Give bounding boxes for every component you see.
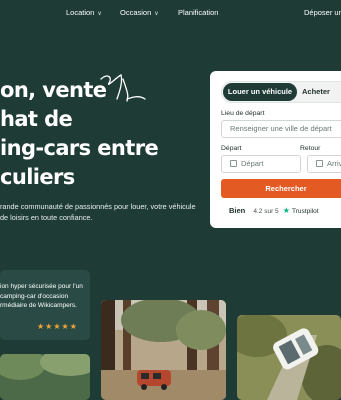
nav-location-label: Location (66, 8, 95, 17)
nav-planification[interactable]: Planification (178, 8, 218, 17)
search-tabs: Louer un véhicule Acheter (221, 81, 341, 103)
nav-deposer-label: Déposer une (304, 8, 341, 17)
photo-aerial-car (237, 315, 341, 400)
headline-line-1: on, vente (0, 78, 107, 102)
nav-occasion[interactable]: Occasion ∨ (120, 8, 159, 17)
lieu-placeholder: Renseigner une ville de départ (230, 124, 332, 133)
rating-score: 4.2 sur 5 (253, 208, 279, 215)
hero-subtext: rande communauté de passionnés pour loue… (0, 202, 196, 222)
headline-line-2: hat de (0, 107, 73, 131)
forest-van-image (101, 300, 226, 400)
nav-deposer[interactable]: Déposer une (304, 8, 341, 17)
info-card: ion hyper sécurisée pour l'un camping-ca… (0, 270, 90, 340)
retour-placeholder: Arrivé (327, 159, 341, 168)
lieu-input[interactable]: Renseigner une ville de départ (221, 120, 341, 138)
rating-word: Bien (229, 206, 246, 215)
photo-thumbnail (0, 354, 90, 400)
top-nav: Location ∨ Occasion ∨ Planification Dépose… (0, 0, 341, 24)
search-button[interactable]: Rechercher (221, 179, 341, 198)
rating-source: Trustpilot (292, 208, 319, 215)
calendar-icon (316, 160, 323, 167)
depart-label: Départ (221, 145, 242, 152)
retour-input[interactable]: Arrivé (307, 155, 341, 173)
headline-line-3: ing-cars entre (0, 136, 159, 160)
trustpilot-rating[interactable]: Bien 4.2 sur 5 ★ Trustpilot (229, 206, 319, 215)
depart-input[interactable]: Départ (221, 155, 301, 173)
search-card: Louer un véhicule Acheter Lieu de départ… (210, 71, 341, 228)
aerial-car-image (237, 315, 341, 400)
chevron-down-icon: ∨ (97, 11, 102, 17)
calendar-icon (230, 160, 237, 167)
lieu-label: Lieu de départ (221, 110, 265, 117)
nav-location[interactable]: Location ∨ (66, 8, 102, 17)
tab-acheter[interactable]: Acheter (302, 83, 341, 101)
info-card-text: ion hyper sécurisée pour l'un camping-ca… (0, 283, 83, 309)
headline-line-4: culiers (0, 165, 75, 189)
nav-occasion-label: Occasion (120, 8, 152, 17)
retour-label: Retour (300, 145, 321, 152)
depart-placeholder: Départ (241, 159, 264, 168)
trustpilot-star-icon: ★ (282, 206, 290, 215)
tab-louer[interactable]: Louer un véhicule (223, 83, 297, 101)
nav-planification-label: Planification (178, 8, 219, 17)
photo-forest-van (101, 300, 226, 400)
scribble-decoration-icon (100, 74, 146, 102)
rating-stars: ★★★★★ (37, 322, 78, 331)
chevron-down-icon: ∨ (154, 11, 159, 17)
landscape-photo-image (0, 354, 90, 400)
